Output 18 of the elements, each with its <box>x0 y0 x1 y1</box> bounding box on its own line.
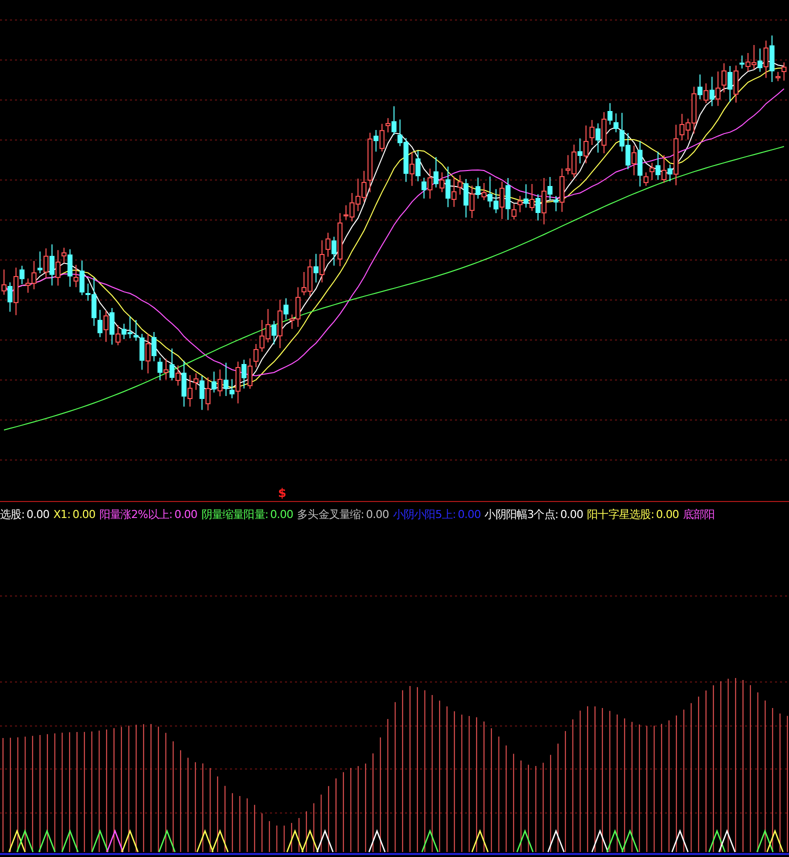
indicator-label: 小阴阳幅3个点: <box>484 506 558 522</box>
indicator-label: 小阴小阳5上: <box>392 506 456 522</box>
indicator-label: 底部阳 <box>682 506 715 522</box>
indicator-value: 0.00 <box>26 508 50 520</box>
indicator-value: 0.00 <box>560 508 584 520</box>
indicator-label: 阳量涨2%以上: <box>99 506 172 522</box>
indicator-label: 阴量缩量阳量: <box>201 506 268 522</box>
indicator-label: 阳十字星选股: <box>587 506 654 522</box>
indicator-value: 0.00 <box>458 508 481 520</box>
indicator-label: X1: <box>53 508 70 520</box>
indicator-value: 0.00 <box>270 508 294 520</box>
indicator-label: 多头金叉量缩: <box>297 506 364 522</box>
indicator-value: 0.00 <box>656 508 679 520</box>
indicator-value: 0.00 <box>366 508 389 520</box>
signal-marker: $ <box>278 486 286 500</box>
indicator-value: 0.00 <box>174 508 198 520</box>
indicator-label: 选股: <box>0 506 25 522</box>
indicator-value: 0.00 <box>72 508 96 520</box>
